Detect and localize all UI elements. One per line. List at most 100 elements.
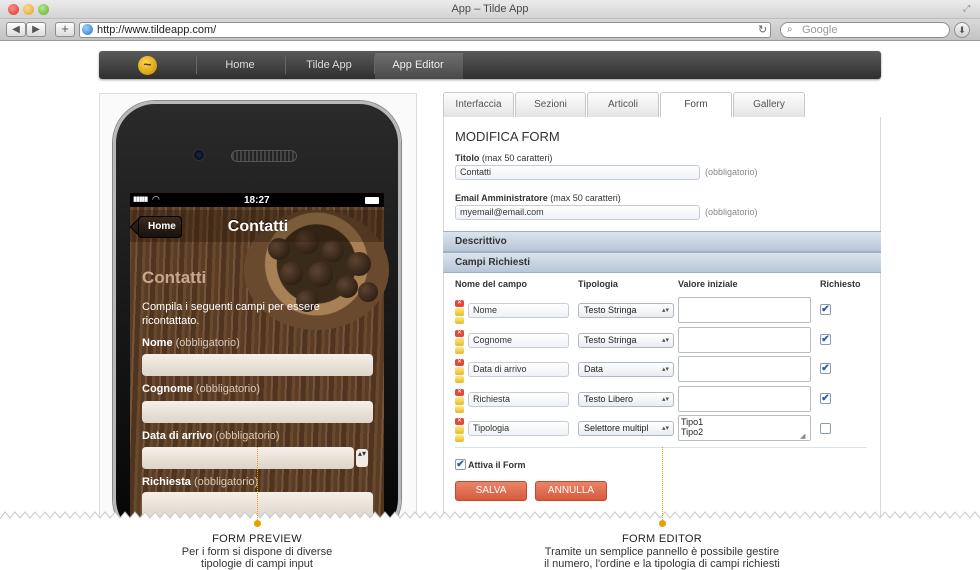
row-initial-textarea[interactable]: Tipo1 Tipo2	[678, 415, 811, 441]
row-required-checkbox[interactable]: ✔	[820, 363, 831, 374]
peppercorn	[358, 282, 378, 302]
field-hint: (obbligatorio)	[175, 337, 240, 349]
row-handle[interactable]: ✕	[455, 359, 464, 383]
signal-icon: ▮▮▮▮▮	[133, 196, 148, 203]
row-name-input[interactable]: Richiesta	[468, 392, 569, 407]
move-icon[interactable]	[455, 406, 464, 413]
move-icon[interactable]	[455, 426, 464, 434]
move-icon[interactable]	[455, 317, 464, 324]
row-type-select[interactable]: Testo Libero ▴▾	[578, 392, 674, 407]
add-tab-button[interactable]: +	[55, 22, 75, 37]
section-descrittivo[interactable]: Descrittivo	[443, 231, 881, 252]
row-handle[interactable]: ✕	[455, 418, 464, 442]
row-required-checkbox[interactable]	[820, 423, 831, 434]
row-required-checkbox[interactable]: ✔	[820, 393, 831, 404]
field-name: Cognome	[142, 383, 193, 395]
search-input[interactable]: Google	[780, 22, 950, 38]
delete-icon[interactable]: ✕	[455, 418, 464, 425]
delete-icon[interactable]: ✕	[455, 389, 464, 396]
row-required-checkbox[interactable]: ✔	[820, 334, 831, 345]
back-button[interactable]: ◀	[6, 22, 26, 37]
phone-field-label: Richiesta (obbligatorio)	[142, 476, 258, 488]
tab-gallery[interactable]: Gallery	[733, 92, 805, 117]
nav-divider	[196, 56, 197, 74]
select-value: Testo Stringa	[584, 335, 637, 345]
row-initial-textarea[interactable]	[678, 356, 811, 382]
row-initial-textarea[interactable]	[678, 386, 811, 412]
cancel-button[interactable]: ANNULLA	[535, 481, 607, 501]
form-divider	[455, 447, 867, 448]
move-icon[interactable]	[455, 376, 464, 383]
move-icon[interactable]	[455, 435, 464, 442]
tab-sezioni[interactable]: Sezioni	[515, 92, 586, 117]
tab-articoli[interactable]: Articoli	[587, 92, 659, 117]
move-icon[interactable]	[455, 397, 464, 405]
section-campi-richiesti[interactable]: Campi Richiesti	[443, 252, 881, 273]
select-arrows-icon: ▴▾	[661, 366, 669, 373]
row-handle[interactable]: ✕	[455, 300, 464, 324]
tab-interfaccia[interactable]: Interfaccia	[443, 92, 514, 117]
select-value: Data	[584, 364, 604, 374]
row-type-select[interactable]: Selettore multipl ▴▾	[578, 421, 674, 436]
tab-form[interactable]: Form	[660, 92, 732, 118]
row-name-input[interactable]: Data di arrivo	[468, 362, 569, 377]
nav-item-app-editor[interactable]: App Editor	[376, 59, 460, 71]
phone-input-data-arrivo[interactable]	[142, 447, 354, 469]
search-icon: ⌕	[787, 24, 793, 35]
phone-field-label: Cognome (obbligatorio)	[142, 383, 260, 395]
row-required-checkbox[interactable]: ✔	[820, 304, 831, 315]
required-hint: (obbligatorio)	[705, 167, 758, 177]
camera-icon	[193, 149, 205, 161]
delete-icon[interactable]: ✕	[455, 359, 464, 366]
row-name-input[interactable]: Cognome	[468, 333, 569, 348]
delete-icon[interactable]: ✕	[455, 330, 464, 337]
select-arrows-icon: ▴▾	[661, 337, 669, 344]
field-name: Richiesta	[142, 476, 191, 488]
save-button[interactable]: SALVA	[455, 481, 527, 501]
row-type-select[interactable]: Testo Stringa ▴▾	[578, 303, 674, 318]
phone-back-button[interactable]: Home	[138, 216, 182, 238]
activate-form-checkbox[interactable]: ✔	[455, 459, 466, 470]
row-type-select[interactable]: Testo Stringa ▴▾	[578, 333, 674, 348]
row-name-input[interactable]: Tipologia	[468, 421, 569, 436]
peppercorn	[336, 276, 358, 298]
phone-input-cognome[interactable]	[142, 401, 373, 423]
globe-icon	[82, 24, 93, 35]
reload-icon[interactable]: ↻	[758, 23, 767, 36]
select-value: Testo Stringa	[584, 305, 637, 315]
move-icon[interactable]	[455, 338, 464, 346]
delete-icon[interactable]: ✕	[455, 300, 464, 307]
address-bar[interactable]: http://www.tildeapp.com/	[79, 22, 771, 38]
download-icon[interactable]: ⬇	[954, 22, 970, 38]
fullscreen-icon[interactable]: ⤢	[963, 3, 970, 14]
phone-input-nome[interactable]	[142, 354, 373, 376]
tilde-logo-icon[interactable]: ~	[138, 56, 157, 75]
wifi-icon: ◠	[152, 194, 160, 204]
select-arrows-icon: ▴▾	[661, 307, 669, 314]
row-initial-textarea[interactable]	[678, 297, 811, 323]
callout-dot	[659, 520, 666, 527]
titolo-input[interactable]: Contatti	[455, 165, 700, 180]
screenshot-stage: App – Tilde App ⤢ ◀ ▶ + http://www.tilde…	[0, 0, 980, 570]
phone-nav-title: Contatti	[227, 218, 289, 235]
row-name-input[interactable]: Nome	[468, 303, 569, 318]
row-initial-textarea[interactable]	[678, 327, 811, 353]
move-icon[interactable]	[455, 367, 464, 375]
nav-item-tilde-app[interactable]: Tilde App	[287, 59, 371, 71]
nav-item-home[interactable]: Home	[198, 59, 282, 71]
move-icon[interactable]	[455, 308, 464, 316]
row-handle[interactable]: ✕	[455, 330, 464, 354]
label-max: (max 50 caratteri)	[550, 193, 621, 203]
phone-field-label: Data di arrivo (obbligatorio)	[142, 430, 280, 442]
row-handle[interactable]: ✕	[455, 389, 464, 413]
peppercorn	[280, 262, 303, 285]
date-stepper-icon[interactable]: ▴▾	[356, 449, 368, 467]
move-icon[interactable]	[455, 347, 464, 354]
email-input[interactable]: myemail@email.com	[455, 205, 700, 220]
label-max: (max 50 caratteri)	[481, 153, 553, 163]
forward-button[interactable]: ▶	[26, 22, 46, 37]
right-triangle-icon: ▶	[32, 24, 40, 35]
peppercorn	[322, 240, 344, 262]
row-type-select[interactable]: Data ▴▾	[578, 362, 674, 377]
field-hint: (obbligatorio)	[195, 383, 260, 395]
